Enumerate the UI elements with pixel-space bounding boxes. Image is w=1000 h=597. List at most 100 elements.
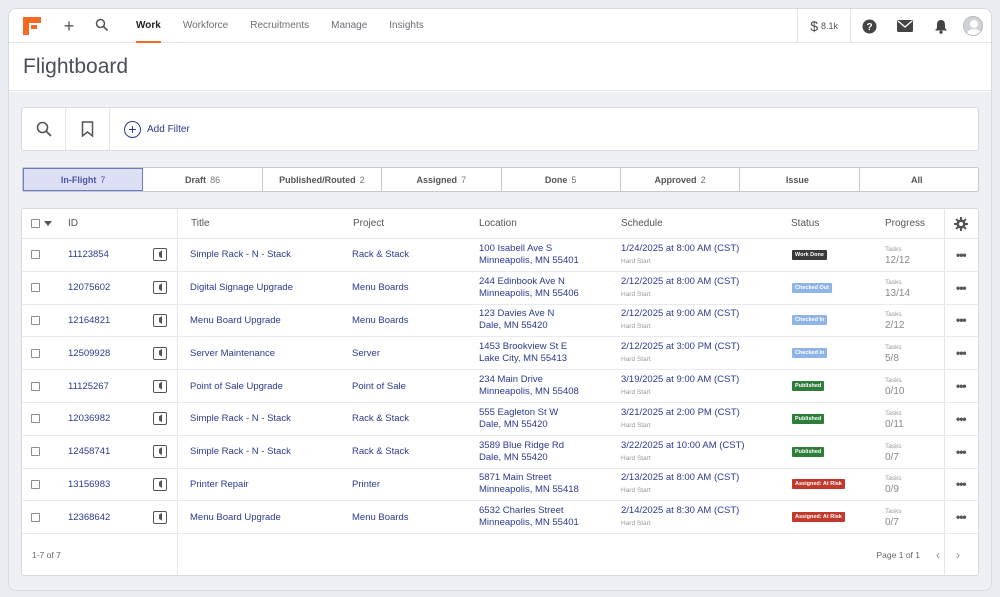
row-checkbox[interactable] [31, 370, 40, 402]
nav-workforce[interactable]: Workforce [172, 9, 239, 43]
check-in-icon[interactable] [153, 239, 167, 271]
work-order-title[interactable]: Menu Board Upgrade [190, 501, 281, 533]
search-filter-icon[interactable] [22, 108, 66, 150]
work-order-id[interactable]: 12368642 [68, 501, 110, 533]
project-name[interactable]: Point of Sale [352, 370, 406, 402]
location[interactable]: 555 Eagleton St W Dale, MN 55420 [479, 403, 558, 435]
row-checkbox[interactable] [31, 337, 40, 369]
check-in-icon[interactable] [153, 305, 167, 337]
work-order-title[interactable]: Simple Rack - N - Stack [190, 239, 291, 271]
table-row[interactable]: 11125267 Point of Sale Upgrade Point of … [22, 370, 978, 403]
work-order-title[interactable]: Point of Sale Upgrade [190, 370, 283, 402]
work-order-id[interactable]: 11123854 [68, 239, 109, 271]
work-order-id[interactable]: 12458741 [68, 436, 110, 468]
project-name[interactable]: Server [352, 337, 380, 369]
row-menu-icon[interactable]: ••• [956, 403, 967, 435]
create-plus-icon[interactable]: + [61, 17, 77, 35]
location[interactable]: 244 Edinbook Ave N Minneapolis, MN 55406 [479, 272, 579, 304]
table-row[interactable]: 12036982 Simple Rack - N - Stack Rack & … [22, 403, 978, 436]
nav-work[interactable]: Work [125, 9, 172, 43]
location[interactable]: 1453 Brookview St E Lake City, MN 55413 [479, 337, 567, 369]
row-menu-icon[interactable]: ••• [956, 436, 967, 468]
tab-draft[interactable]: Draft 86 [143, 168, 263, 191]
row-menu-icon[interactable]: ••• [956, 337, 967, 369]
location[interactable]: 100 Isabell Ave S Minneapolis, MN 55401 [479, 239, 579, 271]
work-order-id[interactable]: 13156983 [68, 469, 110, 501]
location[interactable]: 6532 Charles Street Minneapolis, MN 5540… [479, 501, 579, 533]
location[interactable]: 5871 Main Street Minneapolis, MN 55418 [479, 469, 579, 501]
check-in-icon[interactable] [153, 403, 167, 435]
check-in-icon[interactable] [153, 469, 167, 501]
mail-icon[interactable] [887, 9, 923, 43]
bell-icon[interactable] [923, 9, 959, 43]
header-title[interactable]: Title [191, 209, 210, 238]
row-menu-icon[interactable]: ••• [956, 305, 967, 337]
search-icon[interactable] [95, 18, 111, 34]
project-name[interactable]: Rack & Stack [352, 403, 409, 435]
check-in-icon[interactable] [153, 436, 167, 468]
row-menu-icon[interactable]: ••• [956, 272, 967, 304]
location[interactable]: 123 Davies Ave N Dale, MN 55420 [479, 305, 554, 337]
project-name[interactable]: Menu Boards [352, 272, 409, 304]
work-order-title[interactable]: Printer Repair [190, 469, 249, 501]
location[interactable]: 234 Main Drive Minneapolis, MN 55408 [479, 370, 579, 402]
project-name[interactable]: Printer [352, 469, 380, 501]
row-checkbox[interactable] [31, 501, 40, 533]
check-in-icon[interactable] [153, 337, 167, 369]
prev-page-icon[interactable]: ‹ [936, 548, 940, 562]
work-order-title[interactable]: Simple Rack - N - Stack [190, 436, 291, 468]
work-order-id[interactable]: 12075602 [68, 272, 110, 304]
user-avatar[interactable] [963, 16, 983, 36]
tab-issue[interactable]: Issue [740, 168, 860, 191]
table-row[interactable]: 13156983 Printer Repair Printer 5871 Mai… [22, 469, 978, 502]
work-order-id[interactable]: 11125267 [68, 370, 109, 402]
check-in-icon[interactable] [153, 501, 167, 533]
work-order-title[interactable]: Simple Rack - N - Stack [190, 403, 291, 435]
table-row[interactable]: 12509928 Server Maintenance Server 1453 … [22, 337, 978, 371]
next-page-icon[interactable]: › [956, 548, 960, 562]
balance-display[interactable]: $ 8.1k [797, 9, 851, 43]
row-checkbox[interactable] [31, 239, 40, 271]
row-checkbox[interactable] [31, 403, 40, 435]
tab-done[interactable]: Done 5 [502, 168, 621, 191]
header-status[interactable]: Status [791, 209, 819, 238]
row-checkbox[interactable] [31, 305, 40, 337]
project-name[interactable]: Rack & Stack [352, 436, 409, 468]
table-row[interactable]: 12458741 Simple Rack - N - Stack Rack & … [22, 436, 978, 469]
work-order-title[interactable]: Menu Board Upgrade [190, 305, 281, 337]
row-checkbox[interactable] [31, 436, 40, 468]
tab-all[interactable]: All [860, 168, 978, 191]
check-in-icon[interactable] [153, 272, 167, 304]
table-row[interactable]: 11123854 Simple Rack - N - Stack Rack & … [22, 239, 978, 272]
project-name[interactable]: Rack & Stack [352, 239, 409, 271]
nav-recruitments[interactable]: Recruitments [239, 9, 320, 43]
row-menu-icon[interactable]: ••• [956, 501, 967, 533]
project-name[interactable]: Menu Boards [352, 501, 409, 533]
work-order-title[interactable]: Digital Signage Upgrade [190, 272, 293, 304]
row-menu-icon[interactable]: ••• [956, 370, 967, 402]
location[interactable]: 3589 Blue Ridge Rd Dale, MN 55420 [479, 436, 564, 468]
work-order-title[interactable]: Server Maintenance [190, 337, 275, 369]
table-row[interactable]: 12075602 Digital Signage Upgrade Menu Bo… [22, 272, 978, 305]
row-checkbox[interactable] [31, 272, 40, 304]
project-name[interactable]: Menu Boards [352, 305, 409, 337]
row-menu-icon[interactable]: ••• [956, 469, 967, 501]
nav-manage[interactable]: Manage [320, 9, 378, 43]
help-icon[interactable]: ? [851, 9, 887, 43]
table-row[interactable]: 12368642 Menu Board Upgrade Menu Boards … [22, 501, 978, 535]
header-project[interactable]: Project [353, 209, 384, 238]
tab-published-routed[interactable]: Published/Routed 2 [263, 168, 383, 191]
header-location[interactable]: Location [479, 209, 517, 238]
add-filter-button[interactable]: + Add Filter [124, 120, 190, 138]
work-order-id[interactable]: 12509928 [68, 337, 110, 369]
row-menu-icon[interactable]: ••• [956, 239, 967, 271]
table-row[interactable]: 12164821 Menu Board Upgrade Menu Boards … [22, 305, 978, 338]
tab-approved[interactable]: Approved 2 [621, 168, 741, 191]
settings-gear-icon[interactable] [954, 209, 968, 238]
tab-in-flight[interactable]: In-Flight 7 [23, 168, 144, 191]
header-id[interactable]: ID [68, 209, 78, 238]
tab-assigned[interactable]: Assigned 7 [382, 168, 502, 191]
nav-insights[interactable]: Insights [378, 9, 434, 43]
work-order-id[interactable]: 12036982 [68, 403, 110, 435]
row-checkbox[interactable] [31, 469, 40, 501]
